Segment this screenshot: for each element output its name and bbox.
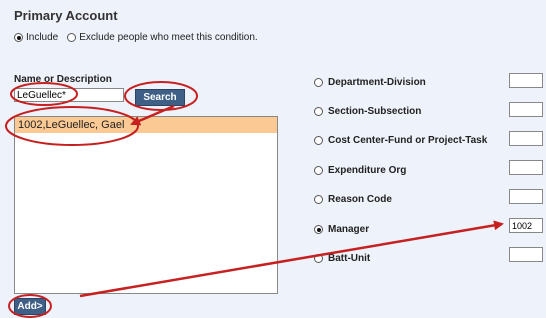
expenditure-org-radio[interactable] xyxy=(314,166,323,175)
include-label: Include xyxy=(26,32,59,43)
add-button[interactable]: Add> xyxy=(14,298,46,315)
cost-center-input[interactable] xyxy=(509,131,543,146)
section-subsection-input[interactable] xyxy=(509,102,543,117)
department-division-radio[interactable] xyxy=(314,78,323,87)
exclude-label: Exclude people who meet this condition. xyxy=(79,32,258,43)
search-button[interactable]: Search xyxy=(135,89,185,106)
reason-code-label: Reason Code xyxy=(328,194,392,205)
exclude-radio[interactable] xyxy=(67,33,77,42)
reason-code-radio[interactable] xyxy=(314,195,323,204)
option-cost-center[interactable]: Cost Center-Fund or Project-Task xyxy=(314,135,487,146)
option-batt-unit[interactable]: Batt-Unit xyxy=(314,253,370,264)
batt-unit-radio[interactable] xyxy=(314,254,323,263)
include-radio[interactable] xyxy=(14,33,23,42)
section-subsection-label: Section-Subsection xyxy=(328,106,422,117)
option-section-subsection[interactable]: Section-Subsection xyxy=(314,106,421,117)
section-subsection-radio[interactable] xyxy=(314,107,323,116)
cost-center-label: Cost Center-Fund or Project-Task xyxy=(328,135,488,146)
department-division-input[interactable] xyxy=(509,73,543,88)
name-search-input[interactable] xyxy=(14,88,124,102)
department-division-label: Department-Division xyxy=(328,77,426,88)
expenditure-org-label: Expenditure Org xyxy=(328,165,407,176)
option-department-division[interactable]: Department-Division xyxy=(314,77,426,88)
option-expenditure-org[interactable]: Expenditure Org xyxy=(314,165,406,176)
section-title: Primary Account xyxy=(14,8,118,23)
option-reason-code[interactable]: Reason Code xyxy=(314,194,392,205)
name-description-label: Name or Description xyxy=(14,74,112,85)
manager-input[interactable] xyxy=(509,218,543,233)
option-manager[interactable]: Manager xyxy=(314,224,369,235)
cost-center-radio[interactable] xyxy=(314,136,323,145)
expenditure-org-input[interactable] xyxy=(509,160,543,175)
reason-code-input[interactable] xyxy=(509,189,543,204)
manager-label: Manager xyxy=(328,224,370,235)
batt-unit-label: Batt-Unit xyxy=(328,253,371,264)
results-list[interactable]: 1002,LeGuellec, Gael xyxy=(14,116,278,294)
include-exclude-group: Include Exclude people who meet this con… xyxy=(14,32,258,43)
result-item[interactable]: 1002,LeGuellec, Gael xyxy=(15,117,277,133)
batt-unit-input[interactable] xyxy=(509,247,543,262)
manager-radio[interactable] xyxy=(314,225,323,234)
